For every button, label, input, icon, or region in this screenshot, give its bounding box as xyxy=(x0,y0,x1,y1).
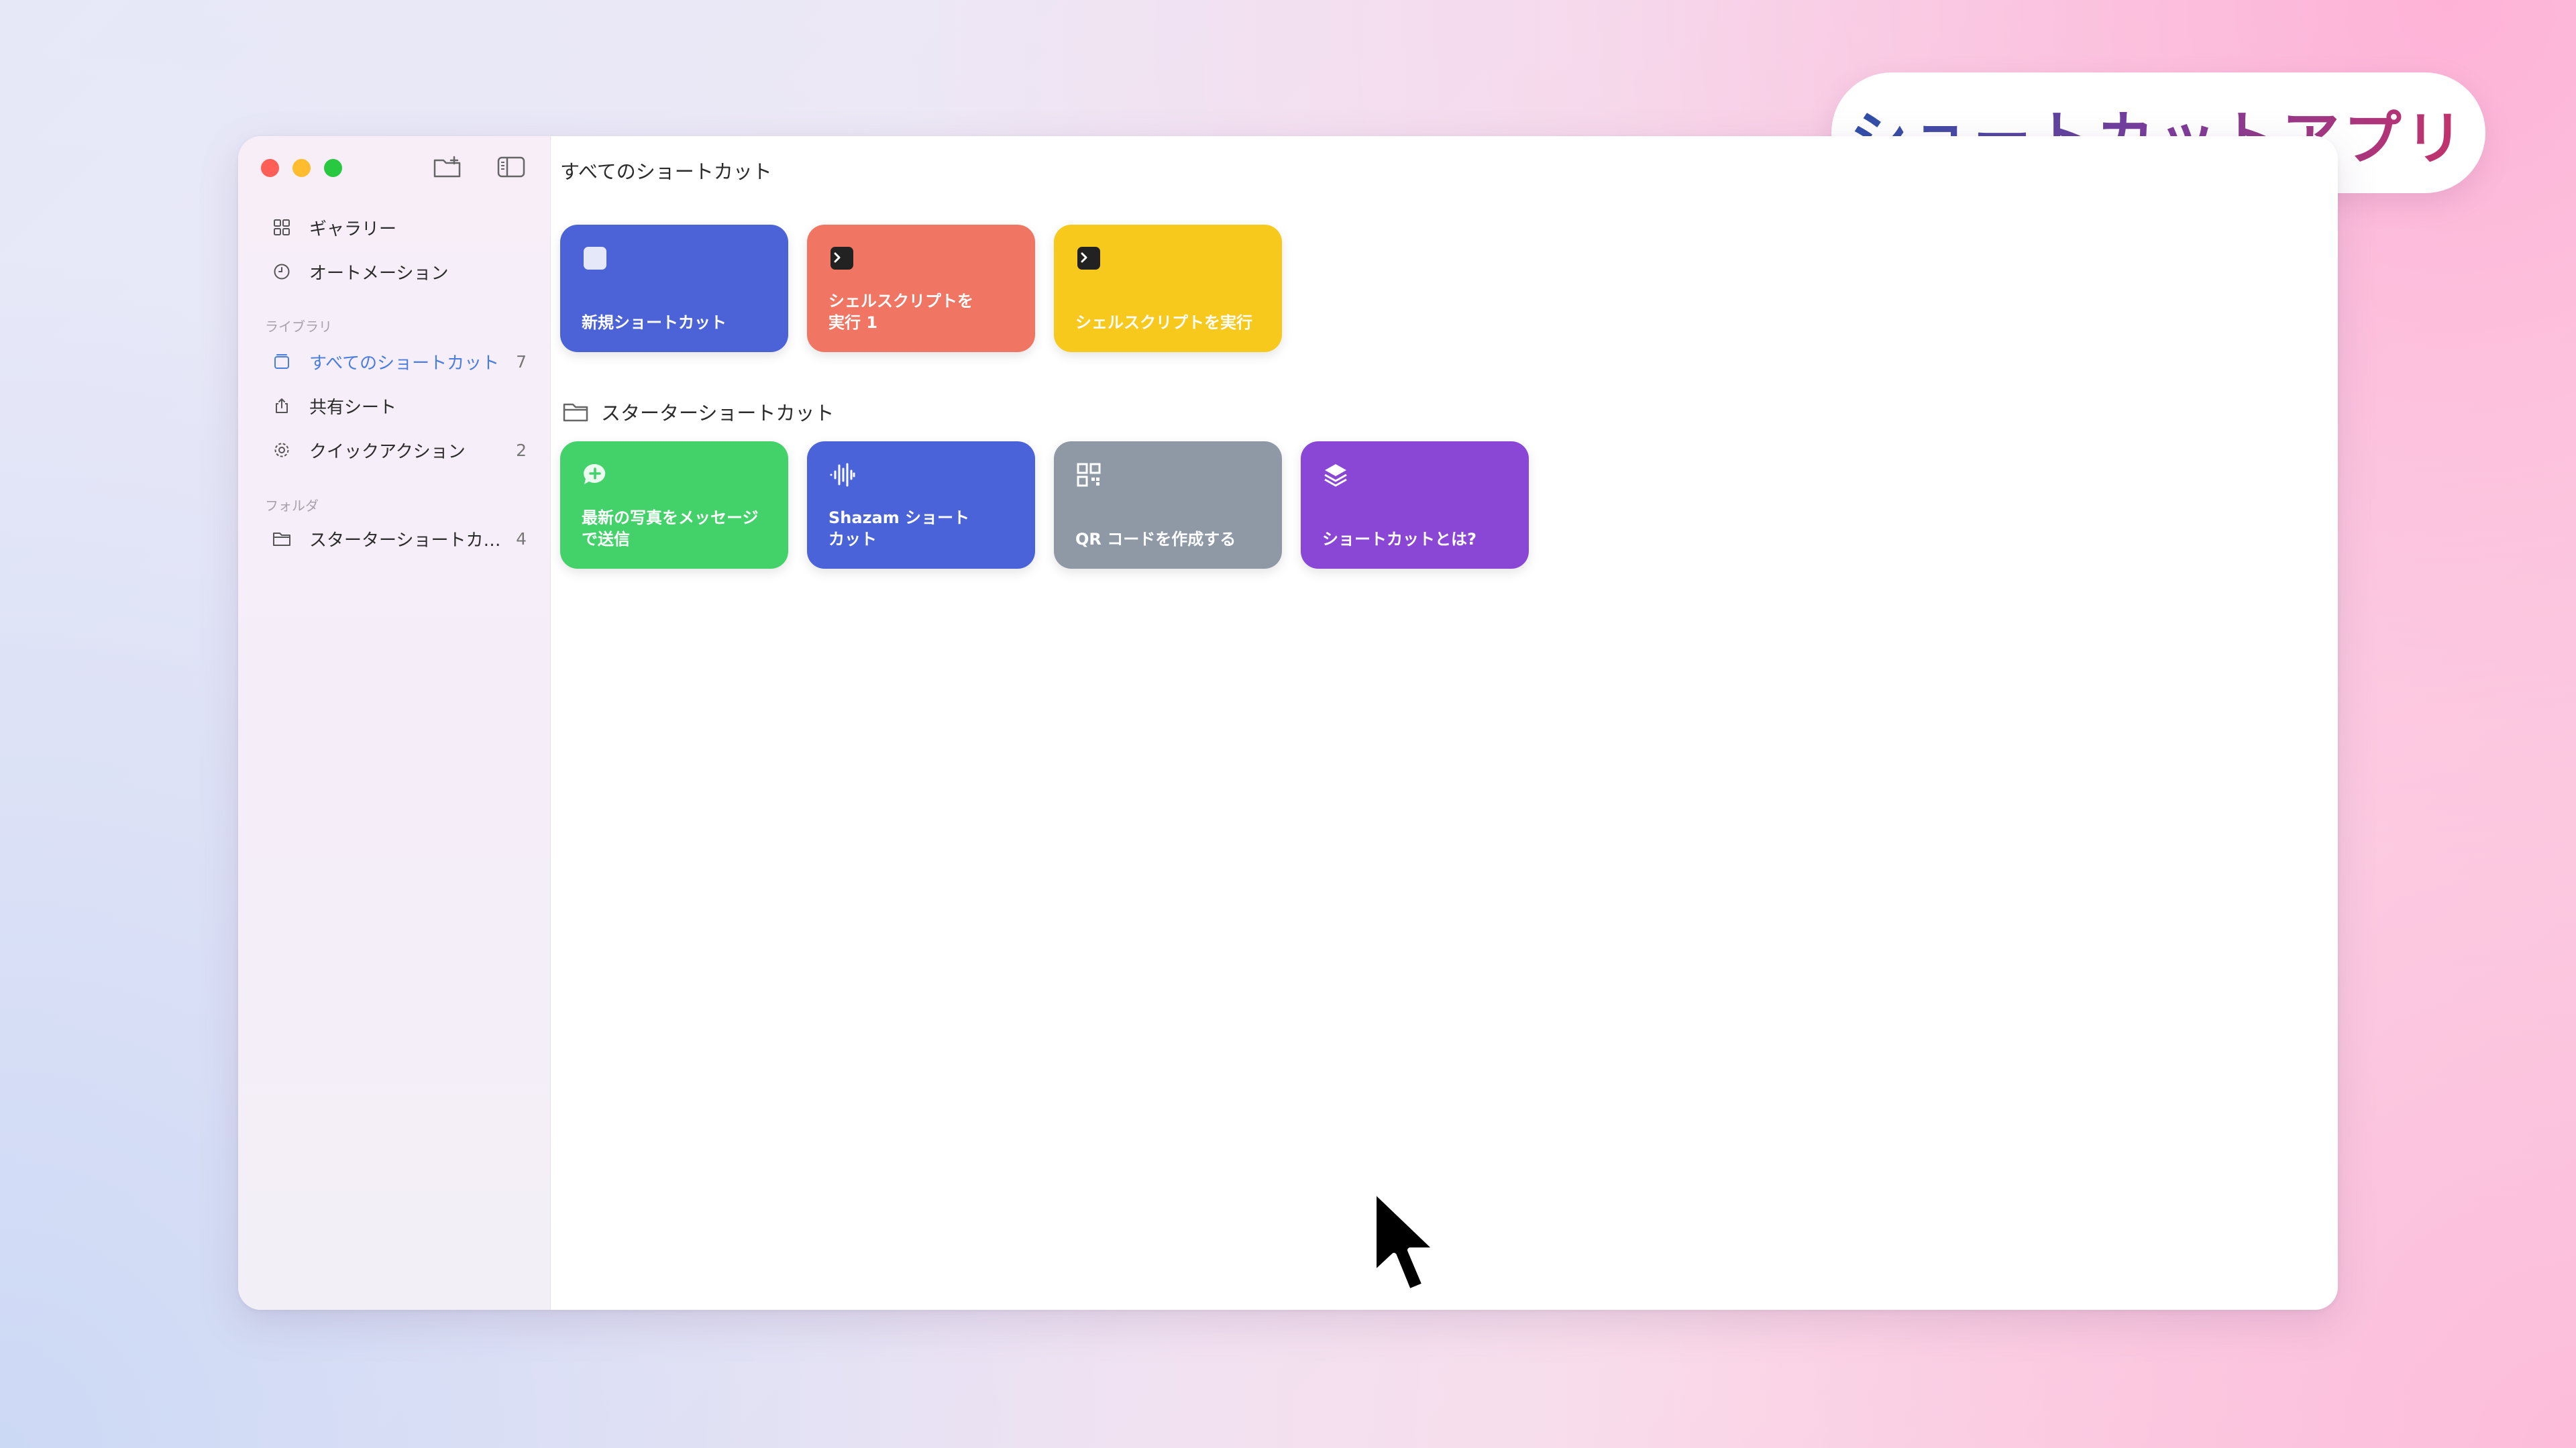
starter-folder-heading: スターターショートカット xyxy=(562,398,834,426)
page-title: すべてのショートカット xyxy=(560,160,772,183)
sidebar-item-gallery[interactable]: ギャラリー xyxy=(272,209,527,246)
sidebar-item-count: 4 xyxy=(516,528,527,549)
window-controls xyxy=(261,159,342,177)
shortcut-card-what-is-shortcut[interactable]: ショートカットとは? xyxy=(1301,441,1529,569)
message-plus-icon xyxy=(584,463,606,484)
sidebar-item-label: スターターショートカ… xyxy=(309,530,501,551)
folder-icon xyxy=(563,403,588,422)
mouse-pointer-icon xyxy=(1371,1187,1440,1294)
shortcut-card-label: Shazam ショート カット xyxy=(828,508,970,549)
share-icon xyxy=(272,396,292,416)
sidebar-item-all-shortcuts[interactable]: すべてのショートカット 7 xyxy=(272,343,527,380)
shortcut-card-label: QR コードを作成する xyxy=(1075,530,1236,549)
grid-icon xyxy=(272,217,292,237)
shortcuts-app-window: ギャラリー オートメーション ライブラリ すべてのショートカット 7 共有シート xyxy=(238,136,2338,1310)
shortcut-card-label: 最新の写真をメッセージ で送信 xyxy=(582,508,759,549)
sidebar: ギャラリー オートメーション ライブラリ すべてのショートカット 7 共有シート xyxy=(238,136,551,1310)
sidebar-item-share-sheet[interactable]: 共有シート xyxy=(272,387,527,425)
gear-icon xyxy=(272,440,292,460)
shortcut-card-label: シェルスクリプトを実行 xyxy=(1075,313,1252,332)
sidebar-item-label: クイックアクション xyxy=(309,441,466,462)
shortcut-card-new-shortcut[interactable]: 新規ショートカット xyxy=(560,225,788,352)
shortcut-card-run-shell-script-1[interactable]: シェルスクリプトを 実行 1 xyxy=(807,225,1035,352)
sidebar-item-label: ギャラリー xyxy=(309,219,397,239)
shortcut-card-label: ショートカットとは? xyxy=(1322,530,1477,549)
shortcut-card-label: シェルスクリプトを 実行 1 xyxy=(828,292,973,332)
sidebar-item-count: 7 xyxy=(516,351,527,372)
zoom-window-button[interactable] xyxy=(324,159,342,177)
sidebar-item-label: 共有シート xyxy=(309,397,397,418)
square-stack-icon xyxy=(272,351,292,372)
sidebar-toggle-icon[interactable] xyxy=(496,155,526,179)
shortcut-card-send-latest-photo[interactable]: 最新の写真をメッセージ で送信 xyxy=(560,441,788,569)
library-section-header: ライブラリ xyxy=(265,319,332,335)
starter-folder-title: スターターショートカット xyxy=(601,402,835,425)
terminal-icon xyxy=(1077,247,1100,270)
waveform-icon xyxy=(830,463,855,487)
qr-code-icon xyxy=(1077,463,1101,487)
sidebar-item-automation[interactable]: オートメーション xyxy=(272,253,527,290)
close-window-button[interactable] xyxy=(261,159,279,177)
sidebar-item-label: すべてのショートカット xyxy=(309,353,500,374)
shortcut-card-label: 新規ショートカット xyxy=(582,313,727,332)
main-content: すべてのショートカット 新規ショートカット シェルスクリプトを 実行 1 シェル… xyxy=(550,136,2338,1310)
minimize-window-button[interactable] xyxy=(292,159,311,177)
sidebar-item-quick-actions[interactable]: クイックアクション 2 xyxy=(272,431,527,469)
sidebar-item-starter-folder[interactable]: スターターショートカ… 4 xyxy=(272,520,527,557)
clock-icon xyxy=(272,262,292,282)
new-folder-icon[interactable] xyxy=(433,155,462,179)
folder-icon xyxy=(272,528,292,549)
shortcut-card-run-shell-script[interactable]: シェルスクリプトを実行 xyxy=(1054,225,1282,352)
terminal-icon xyxy=(830,247,853,270)
shortcut-card-create-qr-code[interactable]: QR コードを作成する xyxy=(1054,441,1282,569)
square-icon xyxy=(584,247,606,270)
folder-section-header: フォルダ xyxy=(265,498,319,514)
sidebar-item-count: 2 xyxy=(516,440,527,460)
shortcut-card-shazam[interactable]: Shazam ショート カット xyxy=(807,441,1035,569)
layers-icon xyxy=(1324,464,1347,487)
sidebar-item-label: オートメーション xyxy=(309,263,449,284)
